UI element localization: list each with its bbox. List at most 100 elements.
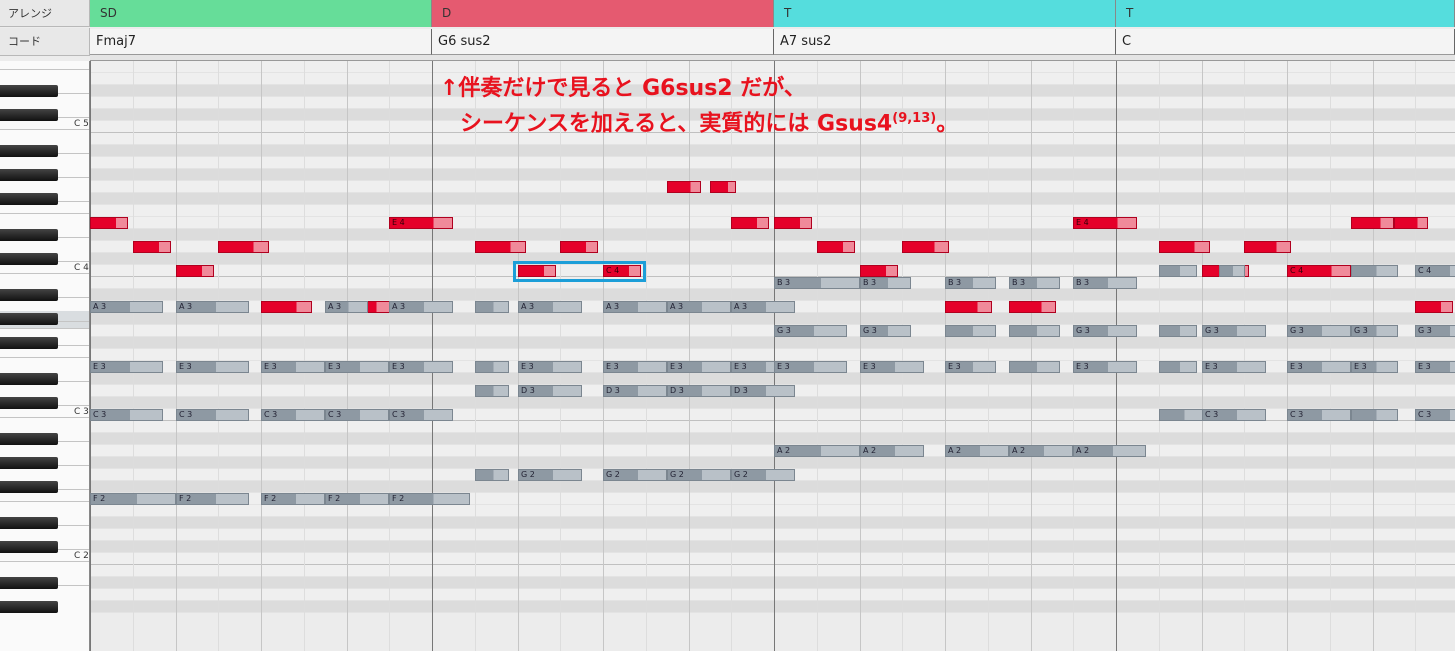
- accompaniment-note[interactable]: C 3: [1415, 409, 1455, 421]
- accompaniment-note[interactable]: G 3: [1202, 325, 1266, 337]
- black-key[interactable]: [0, 337, 58, 349]
- black-key[interactable]: [0, 481, 58, 493]
- accompaniment-note[interactable]: D 3: [667, 385, 731, 397]
- accompaniment-note[interactable]: C 3: [90, 409, 163, 421]
- accompaniment-note[interactable]: A 2: [774, 445, 860, 457]
- melody-note[interactable]: [1415, 301, 1453, 313]
- black-key[interactable]: [0, 193, 58, 205]
- black-key[interactable]: [0, 145, 58, 157]
- accompaniment-note[interactable]: G 2: [731, 469, 795, 481]
- accompaniment-note[interactable]: F 2: [176, 493, 249, 505]
- arrangement-block-1[interactable]: D: [432, 0, 774, 27]
- accompaniment-note[interactable]: [1009, 325, 1060, 337]
- accompaniment-note[interactable]: [1159, 409, 1206, 421]
- piano-keyboard[interactable]: C 5 C 4 C 3 C 2: [0, 61, 90, 651]
- accompaniment-note[interactable]: C 3: [389, 409, 453, 421]
- accompaniment-note[interactable]: E 3: [1287, 361, 1351, 373]
- accompaniment-note[interactable]: G 3: [860, 325, 911, 337]
- accompaniment-note[interactable]: [475, 385, 509, 397]
- melody-note[interactable]: [731, 217, 769, 229]
- accompaniment-note[interactable]: A 2: [945, 445, 1009, 457]
- accompaniment-note[interactable]: E 3: [389, 361, 453, 373]
- chord-block-1[interactable]: G6 sus2: [432, 29, 774, 55]
- accompaniment-note[interactable]: [1159, 361, 1197, 373]
- melody-note[interactable]: [218, 241, 269, 253]
- accompaniment-note[interactable]: [1159, 325, 1197, 337]
- accompaniment-note[interactable]: A 2: [860, 445, 924, 457]
- accompaniment-note[interactable]: [475, 469, 509, 481]
- accompaniment-note[interactable]: A 2: [1009, 445, 1073, 457]
- accompaniment-note[interactable]: E 3: [1202, 361, 1266, 373]
- chord-block-3[interactable]: C: [1116, 29, 1455, 55]
- accompaniment-note[interactable]: G 3: [1073, 325, 1137, 337]
- accompaniment-note[interactable]: C 3: [1287, 409, 1351, 421]
- melody-note[interactable]: [1009, 301, 1056, 313]
- accompaniment-note[interactable]: [475, 361, 509, 373]
- accompaniment-note[interactable]: C 3: [176, 409, 249, 421]
- accompaniment-note[interactable]: E 3: [1351, 361, 1398, 373]
- accompaniment-note[interactable]: E 3: [325, 361, 389, 373]
- melody-note[interactable]: [90, 217, 128, 229]
- melody-note[interactable]: [1394, 217, 1428, 229]
- accompaniment-note[interactable]: [1159, 265, 1197, 277]
- black-key[interactable]: [0, 229, 58, 241]
- accompaniment-note[interactable]: E 3: [90, 361, 163, 373]
- accompaniment-note[interactable]: E 3: [860, 361, 924, 373]
- accompaniment-note[interactable]: [1219, 265, 1245, 277]
- accompaniment-note[interactable]: G 2: [667, 469, 731, 481]
- accompaniment-note[interactable]: A 3: [90, 301, 163, 313]
- black-key[interactable]: [0, 433, 58, 445]
- accompaniment-note[interactable]: A 3: [518, 301, 582, 313]
- black-key[interactable]: [0, 169, 58, 181]
- accompaniment-note[interactable]: A 3: [667, 301, 731, 313]
- accompaniment-note[interactable]: A 3: [325, 301, 368, 313]
- arrangement-block-3[interactable]: T: [1116, 0, 1455, 27]
- accompaniment-note[interactable]: F 2: [90, 493, 176, 505]
- accompaniment-note[interactable]: G 3: [774, 325, 847, 337]
- accompaniment-note[interactable]: [1351, 409, 1398, 421]
- accompaniment-note[interactable]: G 3: [1287, 325, 1351, 337]
- melody-note[interactable]: E 4: [1073, 217, 1137, 229]
- melody-note[interactable]: [860, 265, 898, 277]
- accompaniment-note[interactable]: A 2: [1073, 445, 1146, 457]
- accompaniment-note[interactable]: B 3: [945, 277, 996, 289]
- note-grid[interactable]: E 4A 3A 3A 3A 3E 3E 3E 3E 3E 3C 3C 3C 3C…: [90, 61, 1455, 651]
- black-key[interactable]: [0, 373, 58, 385]
- accompaniment-note[interactable]: F 2: [389, 493, 470, 505]
- chord-block-0[interactable]: Fmaj7: [90, 29, 432, 55]
- accompaniment-note[interactable]: F 2: [261, 493, 325, 505]
- accompaniment-note[interactable]: D 3: [603, 385, 667, 397]
- accompaniment-note[interactable]: E 3: [945, 361, 996, 373]
- accompaniment-note[interactable]: G 3: [1415, 325, 1455, 337]
- accompaniment-note[interactable]: C 3: [261, 409, 325, 421]
- accompaniment-note[interactable]: D 3: [731, 385, 795, 397]
- black-key[interactable]: [0, 577, 58, 589]
- accompaniment-note[interactable]: A 3: [389, 301, 453, 313]
- accompaniment-note[interactable]: [1351, 265, 1398, 277]
- accompaniment-note[interactable]: [1009, 361, 1060, 373]
- accompaniment-note[interactable]: C 3: [1202, 409, 1266, 421]
- black-key[interactable]: [0, 253, 58, 265]
- melody-note[interactable]: [817, 241, 855, 253]
- melody-note[interactable]: [710, 181, 736, 193]
- black-key[interactable]: [0, 109, 58, 121]
- accompaniment-note[interactable]: [945, 325, 996, 337]
- accompaniment-note[interactable]: B 3: [1073, 277, 1137, 289]
- arrangement-block-0[interactable]: SD: [90, 0, 432, 27]
- black-key[interactable]: [0, 313, 58, 325]
- accompaniment-note[interactable]: E 3: [261, 361, 325, 373]
- accompaniment-note[interactable]: A 3: [176, 301, 249, 313]
- melody-note[interactable]: [475, 241, 526, 253]
- black-key[interactable]: [0, 457, 58, 469]
- melody-note[interactable]: [945, 301, 992, 313]
- accompaniment-note[interactable]: G 3: [1351, 325, 1398, 337]
- chord-block-2[interactable]: A7 sus2: [774, 29, 1116, 55]
- accompaniment-note[interactable]: A 3: [731, 301, 795, 313]
- accompaniment-note[interactable]: E 3: [603, 361, 667, 373]
- accompaniment-note[interactable]: F 2: [325, 493, 389, 505]
- black-key[interactable]: [0, 541, 58, 553]
- melody-note[interactable]: [902, 241, 949, 253]
- accompaniment-note[interactable]: B 3: [860, 277, 911, 289]
- accompaniment-note[interactable]: E 3: [176, 361, 249, 373]
- melody-note[interactable]: [1159, 241, 1210, 253]
